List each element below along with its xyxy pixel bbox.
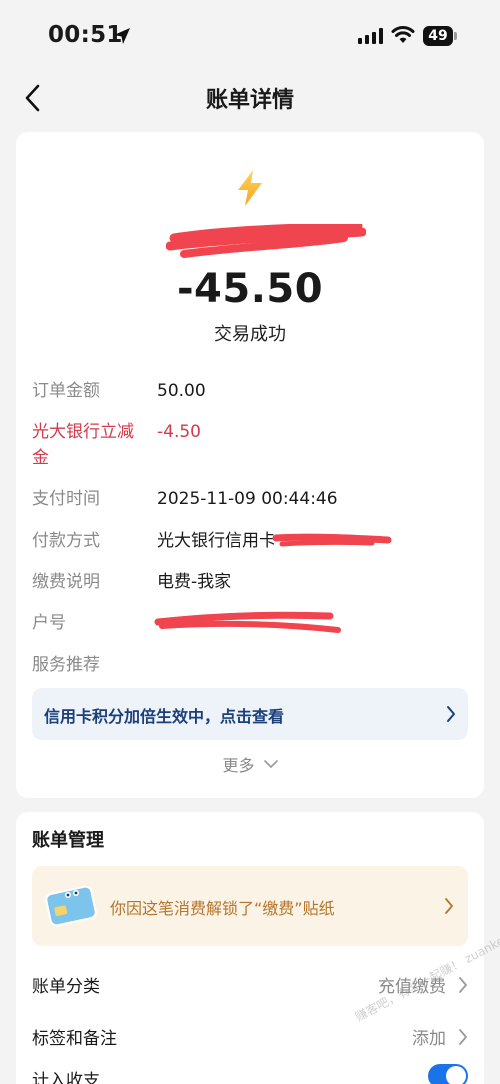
credit-points-promo-banner[interactable]: 信用卡积分加倍生效中，点击查看 [32,688,468,740]
sticker-text: 你因这笔消费解锁了“缴费”贴纸 [110,899,335,918]
page-title: 账单详情 [205,88,294,113]
pay-time-label: 支付时间 [32,489,100,509]
pay-method-value: 光大银行信用卡 [157,531,276,551]
bill-category-label: 账单分类 [32,977,100,997]
promo-text: 信用卡积分加倍生效中，点击查看 [44,707,285,726]
pay-time-value: 2025-11-09 00:44:46 [157,489,338,509]
fee-note-label: 缴费说明 [32,572,100,592]
count-in-budget-label: 计入收支 [32,1071,100,1084]
transaction-status: 交易成功 [214,324,286,345]
wifi-icon [391,26,415,43]
discount-label: 光大银行立减金 [32,422,134,468]
order-amount-label: 订单金额 [32,381,100,401]
chevron-right-icon [445,898,453,914]
fee-note-value: 电费-我家 [157,572,232,592]
count-in-budget-toggle[interactable] [428,1064,468,1084]
lightning-bolt-icon [238,170,262,206]
transaction-amount: -45.50 [176,266,324,312]
discount-value: -4.50 [157,422,201,442]
cellular-signal-icon [358,28,383,44]
merchant-name-redaction [166,224,366,258]
pay-method-label: 付款方式 [32,531,100,551]
bill-management-card: 账单管理 你因这笔消费解锁了“缴费”贴纸 账单分类 充值缴费 标签和备注 添加 … [16,812,484,1084]
location-arrow-icon [114,28,130,44]
bank-card-sticker-icon [45,885,97,927]
card-number-redaction [272,533,392,547]
status-time: 00:51 [48,22,123,48]
chevron-down-icon [263,760,278,768]
chevron-right-icon [459,1029,467,1045]
chevron-right-icon [447,706,455,722]
more-label: 更多 [222,756,255,775]
account-number-redaction [154,611,341,633]
tags-notes-value: 添加 [412,1029,446,1049]
account-number-label: 户号 [32,613,66,633]
service-recommend-label: 服务推荐 [32,655,100,675]
chevron-right-icon [459,977,467,993]
battery-level: 49 [423,26,453,46]
tags-notes-label: 标签和备注 [32,1029,117,1049]
bill-management-title: 账单管理 [32,830,104,851]
nav-bar: 账单详情 [0,70,500,126]
sticker-unlock-banner[interactable]: 你因这笔消费解锁了“缴费”贴纸 [32,866,468,946]
bill-detail-card: -45.50 交易成功 订单金额 50.00 光大银行立减金 -4.50 支付时… [16,132,484,798]
tags-notes-row[interactable]: 标签和备注 添加 [32,1024,468,1054]
battery-icon: 49 [423,26,457,46]
more-button[interactable]: 更多 [16,752,484,776]
order-amount-value: 50.00 [157,381,206,401]
status-bar: 00:51 49 [0,0,500,70]
